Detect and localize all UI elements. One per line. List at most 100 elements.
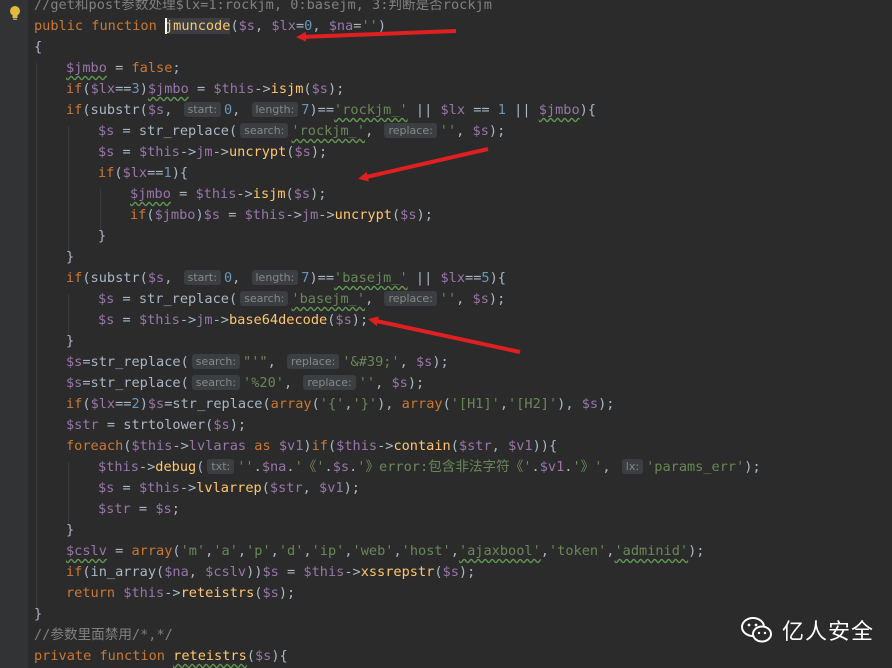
code-line[interactable]: $this->debug(txt: ''.$na.'《'.$s.'》error:包… [98,457,761,478]
indent-guide [68,294,69,336]
code-line[interactable]: public function jmuncode($s, $lx=0, $na=… [34,16,386,37]
code-token: ) [139,81,148,97]
code-token: $s [98,123,115,139]
code-token: $na [328,18,354,34]
code-token: , [270,543,279,559]
code-token: ( [442,396,451,412]
code-line[interactable]: } [34,604,42,625]
code-token: ); [488,123,506,139]
code-token: , [399,354,416,370]
code-line[interactable]: } [66,331,74,352]
code-token: ), [557,396,582,412]
code-line[interactable]: if($lx==2)$s=str_replace(array('{','}'),… [66,394,614,415]
code-token: $s [203,207,221,223]
intention-bulb-icon[interactable] [8,5,22,21]
code-token: = [130,501,156,517]
code-token: $s [255,648,272,664]
code-token: jmuncode [164,18,231,34]
code-token: (substr( [82,270,148,286]
code-line[interactable]: $s = str_replace(search:'rockjm_', repla… [98,121,505,142]
code-token: $s [262,585,279,601]
code-token: ); [598,396,615,412]
code-line[interactable]: $s = $this->jm->base64decode($s); [98,310,368,331]
code-line[interactable]: if(in_array($na, $cslv))$s = $this->xssr… [66,562,475,583]
code-token: 5 [481,270,490,286]
code-token: 'rockjm_' [334,102,408,118]
code-token: $s [581,396,599,412]
code-line[interactable]: } [98,226,106,247]
code-line[interactable]: if(substr($s, start: 0, length: 7)=='rockj… [66,100,596,121]
code-line[interactable]: if(substr($s, start: 0, length: 7)=='basej… [66,268,506,289]
code-token: $s [311,81,328,97]
code-token: jm [196,312,213,328]
code-token: (substr( [82,102,148,118]
code-token: -> [285,207,302,223]
code-token: -> [318,207,335,223]
code-token: -> [254,81,271,97]
code-token: $v1 [278,438,304,454]
code-token: $lx [440,270,466,286]
code-token: , [365,291,382,307]
code-line[interactable]: } [66,520,74,541]
code-token: jm [301,207,319,223]
code-token: $na [261,459,287,475]
code-token: ( [246,648,255,664]
code-line[interactable]: $jmbo = false; [66,58,181,79]
code-token: $this [213,81,255,97]
code-token: = [106,60,132,76]
code-line[interactable]: if($lx==1){ [98,163,188,184]
code-token: ); [416,207,433,223]
code-line[interactable]: $str = $s; [98,499,180,520]
code-token: , [232,270,249,286]
code-token: , [303,543,312,559]
code-token: as [246,438,279,454]
code-line[interactable]: $s = $this->jm->uncrypt($s); [98,142,327,163]
code-line[interactable]: private function reteistrs($s){ [34,646,288,667]
code-line[interactable]: $jmbo = $this->isjm($s); [130,184,326,205]
code-token: 0 [223,102,233,118]
code-line[interactable]: return $this->reteistrs($s); [66,583,295,604]
code-token: 'm' [180,543,206,559]
code-token: $s [98,291,115,307]
code-token: "'" [243,354,268,370]
code-token: -> [179,312,197,328]
code-token: = [114,144,139,160]
code-line[interactable]: foreach($this->lvlaras as $v1)if($this->… [66,436,557,457]
code-line[interactable]: //参数里面禁用/*,*/ [34,625,173,646]
code-line[interactable]: $cslv = array('m','a','p','d','ip','web'… [66,541,705,562]
code-line[interactable]: $s = str_replace(search:'basejm_', repla… [98,289,505,310]
code-token: { [34,39,43,55]
code-line[interactable]: } [66,247,74,268]
code-token: if [66,102,83,118]
code-token: $s [98,144,115,160]
code-token: , [499,396,509,412]
code-line[interactable]: //get和post参数处理$lx=1:rockjm, 0:basejm, 3:… [34,0,492,16]
code-token: 'host' [401,543,451,559]
code-line[interactable]: $s=str_replace(search: "'", replace: '&#39… [66,352,449,373]
code-token: ( [196,459,205,475]
code-editor[interactable]: //get和post参数处理$lx=1:rockjm, 0:basejm, 3:… [0,0,892,668]
code-line[interactable]: if($jmbo)$s = $this->jm->uncrypt($s); [130,205,433,226]
code-line[interactable]: $s = $this->lvlarrep($str, $v1); [98,478,360,499]
code-token: )) [246,564,263,580]
code-token: $this [244,207,286,223]
code-token: ) [139,396,148,412]
code-token: $s [472,123,489,139]
code-token: 0 [223,270,233,286]
code-token: '' [358,375,376,391]
code-token: , [255,18,272,34]
code-token: ) [303,438,312,454]
code-line[interactable]: $s=str_replace(search: '%20', replace: '',… [66,373,424,394]
code-line[interactable]: $str = strtolower($s); [66,415,246,436]
code-token: if [130,207,147,223]
code-token: == [115,396,132,412]
code-token: =str_replace( [82,375,189,391]
code-token: 'web' [352,543,394,559]
code-token: = [170,186,196,202]
code-line[interactable]: { [34,37,42,58]
code-token: uncrypt [228,144,287,160]
code-token: '' [361,18,378,34]
code-token: =str_replace( [82,354,189,370]
code-token: , [375,375,392,391]
code-line[interactable]: if($lx==3)$jmbo = $this->isjm($s); [66,79,344,100]
